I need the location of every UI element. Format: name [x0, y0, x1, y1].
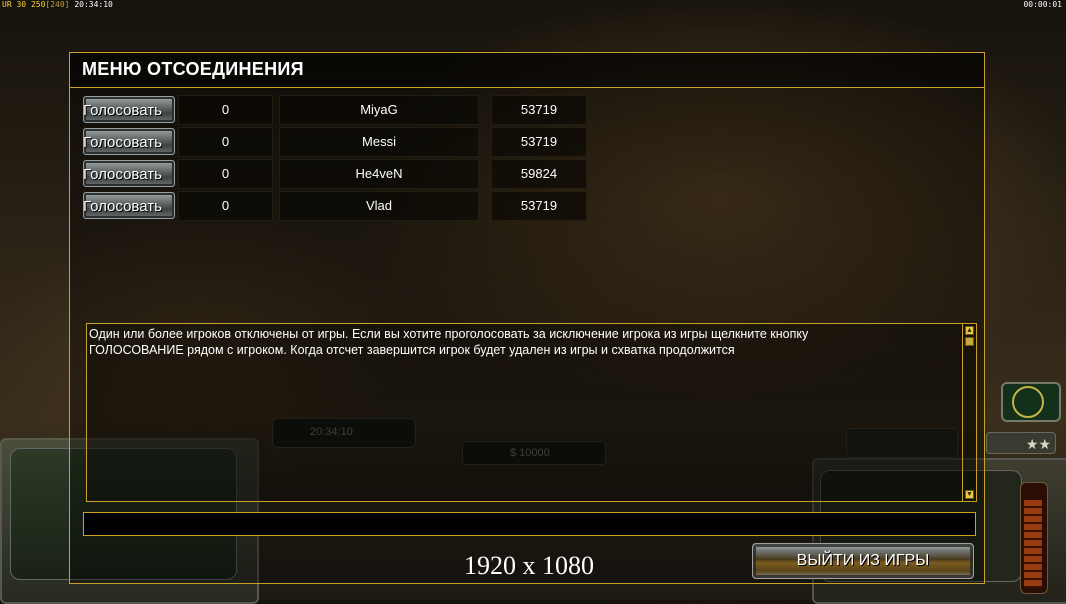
vote-button[interactable]: Голосовать — [83, 160, 175, 187]
player-name: Vlad — [279, 191, 479, 221]
player-name: MiyaG — [279, 95, 479, 125]
player-ping: 53719 — [491, 95, 587, 125]
quit-game-button[interactable]: ВЫЙТИ ИЗ ИГРЫ — [752, 543, 974, 579]
vote-button-label: Голосовать — [83, 166, 162, 183]
player-row: Голосовать 0 MiyaG 53719 — [83, 95, 593, 125]
stats-prefix: UR — [2, 0, 12, 9]
player-votes: 0 — [178, 159, 273, 189]
logic-value: 250 — [30, 0, 46, 9]
dialog-title: МЕНЮ ОТСОЕДИНЕНИЯ — [82, 59, 304, 79]
vote-button-label: Голосовать — [83, 134, 162, 151]
player-votes: 0 — [178, 191, 273, 221]
fps-value: 30 — [16, 0, 27, 9]
player-votes: 0 — [178, 95, 273, 125]
top-hud: UR 30 250[240] 20:34:10 00:00:01 — [0, 0, 1066, 10]
chat-input[interactable] — [83, 512, 976, 536]
resolution-overlay: 1920 x 1080 — [464, 551, 594, 580]
message-scrollbar[interactable]: ▲ ▼ — [962, 324, 976, 501]
player-name: Messi — [279, 127, 479, 157]
system-clock: 20:34:10 — [74, 0, 113, 9]
dialog-header: МЕНЮ ОТСОЕДИНЕНИЯ — [70, 53, 984, 88]
radar-icon — [1012, 386, 1044, 418]
player-ping: 53719 — [491, 191, 587, 221]
player-ping: 53719 — [491, 127, 587, 157]
vote-button-label: Голосовать — [83, 198, 162, 215]
scroll-down-icon[interactable]: ▼ — [965, 490, 974, 499]
logic-bracket: [240] — [45, 0, 70, 9]
rank-stars-icon: ★★ — [986, 432, 1056, 454]
player-ping: 59824 — [491, 159, 587, 189]
scroll-thumb[interactable] — [965, 337, 974, 346]
game-timer: 00:00:01 — [1023, 0, 1062, 9]
player-row: Голосовать 0 Vlad 53719 — [83, 191, 593, 221]
vote-button[interactable]: Голосовать — [83, 192, 175, 219]
player-votes: 0 — [178, 127, 273, 157]
vote-button[interactable]: Голосовать — [83, 128, 175, 155]
player-row: Голосовать 0 Messi 53719 — [83, 127, 593, 157]
message-box[interactable]: Один или более игроков отключены от игры… — [86, 323, 977, 502]
message-text: Один или более игроков отключены от игры… — [89, 327, 809, 357]
scroll-up-icon[interactable]: ▲ — [965, 326, 974, 335]
performance-stats: UR 30 250[240] 20:34:10 — [2, 0, 113, 10]
disconnect-dialog: МЕНЮ ОТСОЕДИНЕНИЯ Голосовать 0 MiyaG 537… — [69, 52, 985, 584]
quit-game-label: ВЫЙТИ ИЗ ИГРЫ — [796, 552, 930, 569]
vote-button-label: Голосовать — [83, 102, 162, 119]
power-meter — [1024, 500, 1042, 588]
player-row: Голосовать 0 He4veN 59824 — [83, 159, 593, 189]
vote-button[interactable]: Голосовать — [83, 96, 175, 123]
player-name: He4veN — [279, 159, 479, 189]
